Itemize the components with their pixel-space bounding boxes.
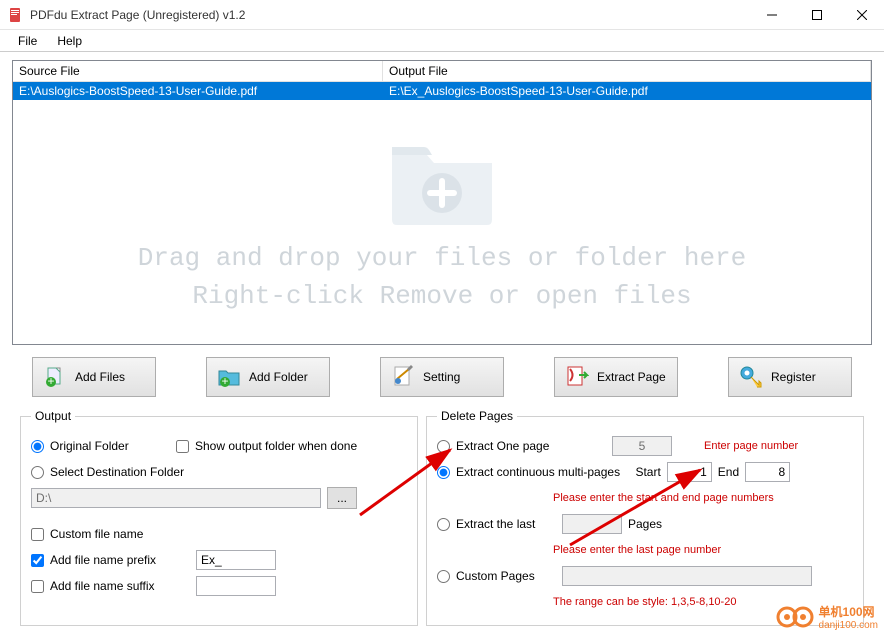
menu-file[interactable]: File <box>8 32 47 50</box>
last-unit: Pages <box>628 517 662 531</box>
end-input[interactable] <box>745 462 790 482</box>
add-folder-button[interactable]: + Add Folder <box>206 357 330 397</box>
end-label: End <box>718 465 739 479</box>
table-row[interactable]: E:\Auslogics-BoostSpeed-13-User-Guide.pd… <box>13 82 871 100</box>
watermark-site: 单机100网 <box>819 603 878 620</box>
add-files-icon: + <box>43 365 67 389</box>
window-controls <box>749 0 884 30</box>
minimize-button[interactable] <box>749 0 794 30</box>
col-output[interactable]: Output File <box>383 61 871 81</box>
cell-source: E:\Auslogics-BoostSpeed-13-User-Guide.pd… <box>13 82 383 100</box>
extract-multi-label: Extract continuous multi-pages <box>456 465 620 479</box>
title-bar: PDFdu Extract Page (Unregistered) v1.2 <box>0 0 884 30</box>
last-hint: Please enter the last page number <box>553 544 721 556</box>
watermark-logo-icon <box>775 605 815 629</box>
close-button[interactable] <box>839 0 884 30</box>
extract-one-label: Extract One page <box>456 439 606 453</box>
select-dest-radio[interactable] <box>31 466 44 479</box>
custom-hint: The range can be style: 1,3,5-8,10-20 <box>553 596 736 608</box>
window-title: PDFdu Extract Page (Unregistered) v1.2 <box>30 8 749 22</box>
suffix-input[interactable] <box>196 576 276 596</box>
watermark: 单机100网 danji100.com <box>775 603 878 631</box>
drop-hint-2: Right-click Remove or open files <box>192 281 691 311</box>
start-label: Start <box>635 465 660 479</box>
app-icon <box>8 7 24 23</box>
extract-last-radio[interactable] <box>437 518 450 531</box>
custom-pages-input[interactable] <box>562 566 812 586</box>
delete-pages-panel: Delete Pages Extract One page Enter page… <box>426 409 864 626</box>
setting-label: Setting <box>423 370 460 384</box>
add-files-button[interactable]: + Add Files <box>32 357 156 397</box>
svg-text:+: + <box>47 374 54 388</box>
add-folder-label: Add Folder <box>249 370 308 384</box>
one-hint: Enter page number <box>704 440 798 452</box>
dest-path-input[interactable] <box>31 488 321 508</box>
file-list[interactable]: Source File Output File E:\Auslogics-Boo… <box>12 60 872 345</box>
output-legend: Output <box>31 409 75 423</box>
custom-pages-label: Custom Pages <box>456 569 556 583</box>
custom-pages-radio[interactable] <box>437 570 450 583</box>
extract-one-radio[interactable] <box>437 440 450 453</box>
delete-legend: Delete Pages <box>437 409 517 423</box>
menu-bar: File Help <box>0 30 884 52</box>
drop-hint-1: Drag and drop your files or folder here <box>138 243 747 273</box>
setting-button[interactable]: Setting <box>380 357 504 397</box>
register-label: Register <box>771 370 816 384</box>
original-folder-label: Original Folder <box>50 439 170 453</box>
prefix-checkbox[interactable] <box>31 554 44 567</box>
watermark-url: danji100.com <box>819 620 878 631</box>
extract-last-label: Extract the last <box>456 517 556 531</box>
maximize-button[interactable] <box>794 0 839 30</box>
show-folder-label: Show output folder when done <box>195 439 357 453</box>
prefix-label: Add file name prefix <box>50 553 190 567</box>
toolbar: + Add Files + Add Folder Setting Extract… <box>12 345 872 409</box>
setting-icon <box>391 365 415 389</box>
browse-button[interactable]: ... <box>327 487 357 509</box>
folder-plus-icon <box>382 135 502 235</box>
register-button[interactable]: Register <box>728 357 852 397</box>
prefix-input[interactable] <box>196 550 276 570</box>
custom-name-checkbox[interactable] <box>31 528 44 541</box>
select-dest-label: Select Destination Folder <box>50 465 184 479</box>
drop-zone: Drag and drop your files or folder here … <box>13 101 871 344</box>
show-folder-checkbox[interactable] <box>176 440 189 453</box>
suffix-label: Add file name suffix <box>50 579 190 593</box>
suffix-checkbox[interactable] <box>31 580 44 593</box>
svg-text:+: + <box>221 374 228 388</box>
extract-icon <box>565 365 589 389</box>
add-files-label: Add Files <box>75 370 125 384</box>
multi-hint: Please enter the start and end page numb… <box>553 492 774 504</box>
start-input[interactable] <box>667 462 712 482</box>
add-folder-icon: + <box>217 365 241 389</box>
extract-label: Extract Page <box>597 370 666 384</box>
output-panel: Output Original Folder Show output folde… <box>20 409 418 626</box>
cell-output: E:\Ex_Auslogics-BoostSpeed-13-User-Guide… <box>383 82 871 100</box>
custom-name-label: Custom file name <box>50 527 143 541</box>
table-header: Source File Output File <box>13 61 871 82</box>
col-source[interactable]: Source File <box>13 61 383 81</box>
register-icon <box>739 365 763 389</box>
extract-page-button[interactable]: Extract Page <box>554 357 678 397</box>
extract-multi-radio[interactable] <box>437 466 450 479</box>
original-folder-radio[interactable] <box>31 440 44 453</box>
menu-help[interactable]: Help <box>47 32 92 50</box>
last-input[interactable] <box>562 514 622 534</box>
one-page-input[interactable] <box>612 436 672 456</box>
